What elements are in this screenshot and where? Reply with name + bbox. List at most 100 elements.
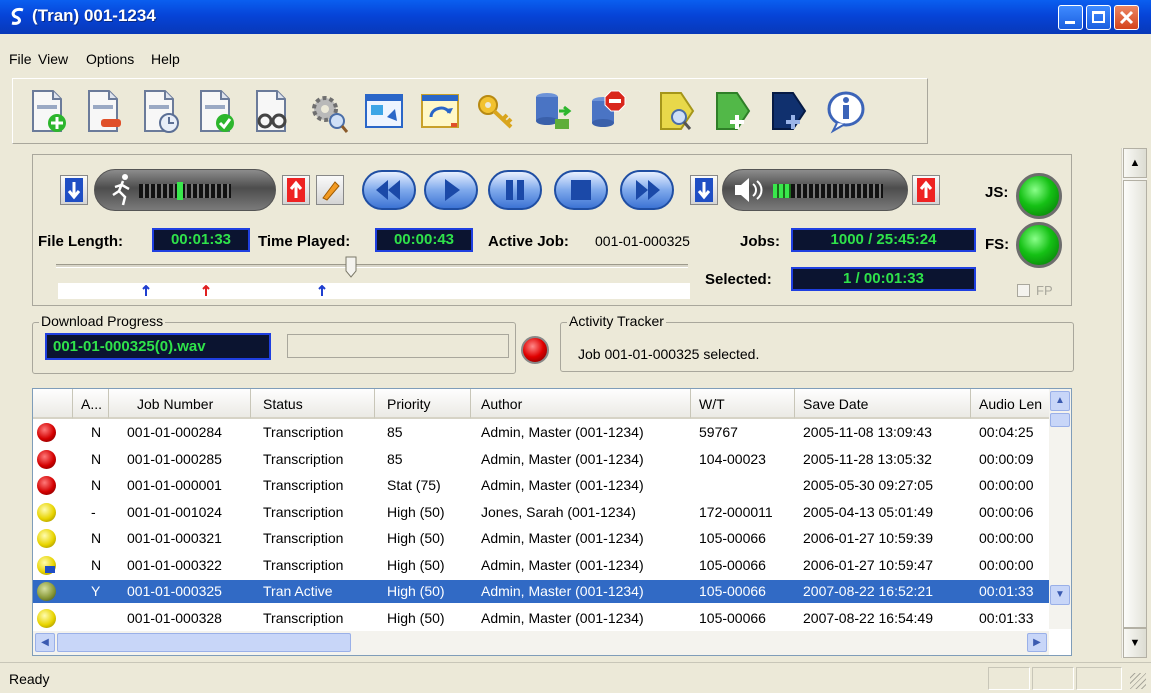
minimize-button[interactable] bbox=[1058, 5, 1083, 30]
key-icon[interactable] bbox=[475, 87, 517, 135]
resize-grip-icon[interactable] bbox=[1130, 673, 1146, 689]
database-upload-icon[interactable] bbox=[531, 87, 573, 135]
play-button[interactable] bbox=[424, 170, 478, 210]
pencil-icon bbox=[322, 181, 340, 201]
js-status-led bbox=[1016, 173, 1062, 219]
table-row[interactable]: - 001-01-001024 Transcription High (50) Jone… bbox=[33, 501, 1049, 524]
blue-tag-icon[interactable] bbox=[769, 87, 811, 135]
grid-scroll-down-button[interactable]: ▼ bbox=[1050, 585, 1070, 605]
grid-scroll-up-button[interactable]: ▲ bbox=[1050, 391, 1070, 411]
chevron-up-icon: ▲ bbox=[1055, 395, 1065, 406]
speed-up-button[interactable] bbox=[282, 175, 310, 205]
col-header-icon[interactable] bbox=[33, 389, 73, 419]
file-length-display: 00:01:33 bbox=[152, 228, 250, 252]
view-job-icon[interactable] bbox=[251, 87, 293, 135]
app-logo-icon bbox=[11, 7, 24, 25]
cell-save-date: 2007-08-22 16:54:49 bbox=[803, 609, 933, 626]
scroll-thumb[interactable] bbox=[1123, 180, 1147, 628]
job-status-icon bbox=[37, 449, 56, 469]
col-header-audio-len[interactable]: Audio Len bbox=[971, 389, 1051, 419]
stop-square-icon bbox=[571, 180, 591, 200]
cell-job-number: 001-01-000328 bbox=[127, 609, 222, 626]
col-header-author[interactable]: Author bbox=[471, 389, 691, 419]
grid-scroll-left-button[interactable]: ◀ bbox=[35, 633, 55, 652]
remove-job-icon[interactable] bbox=[83, 87, 125, 135]
cell-a: N bbox=[91, 450, 102, 467]
fp-checkbox[interactable] bbox=[1017, 284, 1030, 297]
cell-job-number: 001-01-001024 bbox=[127, 503, 222, 520]
cell-author: Admin, Master (001-1234) bbox=[481, 424, 644, 440]
jobs-display: 1000 / 25:45:24 bbox=[791, 228, 976, 252]
menu-view[interactable]: View bbox=[38, 51, 68, 67]
speed-control[interactable] bbox=[94, 169, 276, 211]
cell-wt: 104-00023 bbox=[699, 450, 766, 467]
volume-down-button[interactable] bbox=[690, 175, 718, 205]
table-row[interactable]: 001-01-000328 Transcription High (50) Admin… bbox=[33, 607, 1049, 630]
cell-job-number: 001-01-000284 bbox=[127, 424, 222, 440]
col-header-job-number[interactable]: Job Number bbox=[109, 389, 251, 419]
scroll-down-button[interactable]: ▼ bbox=[1123, 628, 1147, 658]
add-tag-icon[interactable] bbox=[713, 87, 755, 135]
table-row[interactable]: N 001-01-000284 Transcription 85 Admin, Mast… bbox=[33, 421, 1049, 444]
position-slider-track[interactable] bbox=[56, 264, 688, 268]
cell-priority: Stat (75) bbox=[387, 477, 441, 493]
grid-scroll-right-button[interactable]: ▶ bbox=[1027, 633, 1047, 652]
job-history-icon[interactable] bbox=[139, 87, 181, 135]
menu-help[interactable]: Help bbox=[151, 51, 180, 67]
grid-scroll-thumb[interactable] bbox=[1050, 413, 1070, 427]
maximize-button[interactable] bbox=[1086, 5, 1111, 30]
fast-forward-button[interactable] bbox=[620, 170, 674, 210]
close-button[interactable] bbox=[1114, 5, 1139, 30]
cell-status: Tran Active bbox=[263, 583, 333, 599]
job-status-icon bbox=[37, 476, 56, 495]
cell-audio-len: 00:04:25 bbox=[979, 424, 1034, 440]
col-header-wt[interactable]: W/T bbox=[691, 389, 795, 419]
new-job-icon[interactable] bbox=[27, 87, 69, 135]
grid-hscroll-thumb[interactable] bbox=[57, 633, 351, 652]
title-bar: (Tran) 001-1234 bbox=[0, 0, 1151, 34]
volume-control[interactable] bbox=[722, 169, 908, 211]
menu-file[interactable]: File bbox=[9, 51, 32, 67]
grid-horizontal-scrollbar[interactable]: ◀ ▶ bbox=[33, 631, 1049, 655]
stop-icon[interactable] bbox=[587, 87, 629, 135]
table-row[interactable]: Y 001-01-000325 Tran Active High (50) Admin,… bbox=[33, 580, 1049, 603]
stop-button[interactable] bbox=[554, 170, 608, 210]
info-icon[interactable] bbox=[825, 87, 867, 135]
col-header-priority[interactable]: Priority bbox=[375, 389, 471, 419]
settings-icon[interactable] bbox=[307, 87, 349, 135]
table-row[interactable]: N 001-01-000285 Transcription 85 Admin, Mast… bbox=[33, 448, 1049, 471]
main-vertical-scrollbar[interactable]: ▲ ▼ bbox=[1121, 148, 1147, 658]
job-status-icon bbox=[37, 555, 56, 575]
grid-vertical-scrollbar[interactable]: ▲ ▼ bbox=[1049, 389, 1071, 629]
pause-icon bbox=[506, 180, 524, 200]
cell-audio-len: 00:00:09 bbox=[979, 450, 1034, 467]
speed-reset-button[interactable] bbox=[316, 175, 344, 205]
cell-save-date: 2006-01-27 10:59:47 bbox=[803, 556, 933, 573]
table-row[interactable]: N 001-01-000322 Transcription High (50) Admi… bbox=[33, 554, 1049, 577]
cell-wt: 105-00066 bbox=[699, 583, 766, 599]
cell-audio-len: 00:00:00 bbox=[979, 530, 1034, 546]
cell-job-number: 001-01-000322 bbox=[127, 556, 222, 573]
position-slider-thumb[interactable] bbox=[345, 256, 357, 278]
download-progress-bar bbox=[287, 334, 509, 358]
refresh-icon[interactable] bbox=[419, 87, 461, 135]
volume-up-button[interactable] bbox=[912, 175, 940, 205]
table-row[interactable]: N 001-01-000321 Transcription High (50) Admi… bbox=[33, 527, 1049, 550]
table-row[interactable]: N 001-01-000001 Transcription Stat (75) Admi… bbox=[33, 474, 1049, 497]
complete-job-icon[interactable] bbox=[195, 87, 237, 135]
col-header-status[interactable]: Status bbox=[251, 389, 375, 419]
menu-options[interactable]: Options bbox=[86, 51, 134, 67]
pause-button[interactable] bbox=[488, 170, 542, 210]
close-icon bbox=[1119, 10, 1134, 25]
speed-down-button[interactable] bbox=[60, 175, 88, 205]
col-header-save-date[interactable]: Save Date bbox=[795, 389, 971, 419]
col-header-a[interactable]: A... bbox=[73, 389, 109, 419]
rewind-button[interactable] bbox=[362, 170, 416, 210]
download-status-led bbox=[521, 336, 549, 364]
job-grid: A... Job Number Status Priority Author W… bbox=[32, 388, 1072, 656]
marker-blue-icon bbox=[142, 285, 150, 296]
chevron-left-icon: ◀ bbox=[41, 637, 49, 648]
scroll-up-button[interactable]: ▲ bbox=[1123, 148, 1147, 178]
search-tag-icon[interactable] bbox=[657, 87, 699, 135]
window-icon[interactable] bbox=[363, 87, 405, 135]
